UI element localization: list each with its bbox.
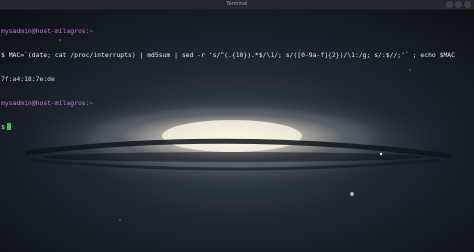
window-controls (446, 1, 471, 8)
title-bar[interactable]: Terminal (0, 0, 474, 10)
command-output: 7f:a4:18:7e:de (1, 75, 55, 83)
prompt-path: ~ (89, 27, 94, 35)
terminal-output[interactable]: mysadmin@host-milagros:~ $ MAC=`(date; c… (1, 11, 471, 147)
prompt-line: mysadmin@host-milagros:~ (1, 99, 471, 107)
cursor-block (6, 123, 11, 130)
minimize-icon[interactable] (446, 1, 453, 8)
maximize-icon[interactable] (455, 1, 462, 8)
prompt-user-host: mysadmin@host-milagros (1, 27, 86, 35)
close-icon[interactable] (464, 1, 471, 8)
prompt-path: ~ (89, 99, 94, 107)
window-title: Terminal (226, 1, 248, 7)
terminal-window: Terminal mysadmin@host-milagros:~ $ MAC=… (0, 0, 474, 252)
prompt-user-host: mysadmin@host-milagros (1, 99, 86, 107)
input-line[interactable]: $ (1, 123, 471, 131)
prompt-symbol: $ (1, 123, 5, 131)
command-line: $ MAC=`(date; cat /proc/interrupts) | md… (1, 51, 456, 59)
prompt-line: mysadmin@host-milagros:~ (1, 27, 471, 35)
